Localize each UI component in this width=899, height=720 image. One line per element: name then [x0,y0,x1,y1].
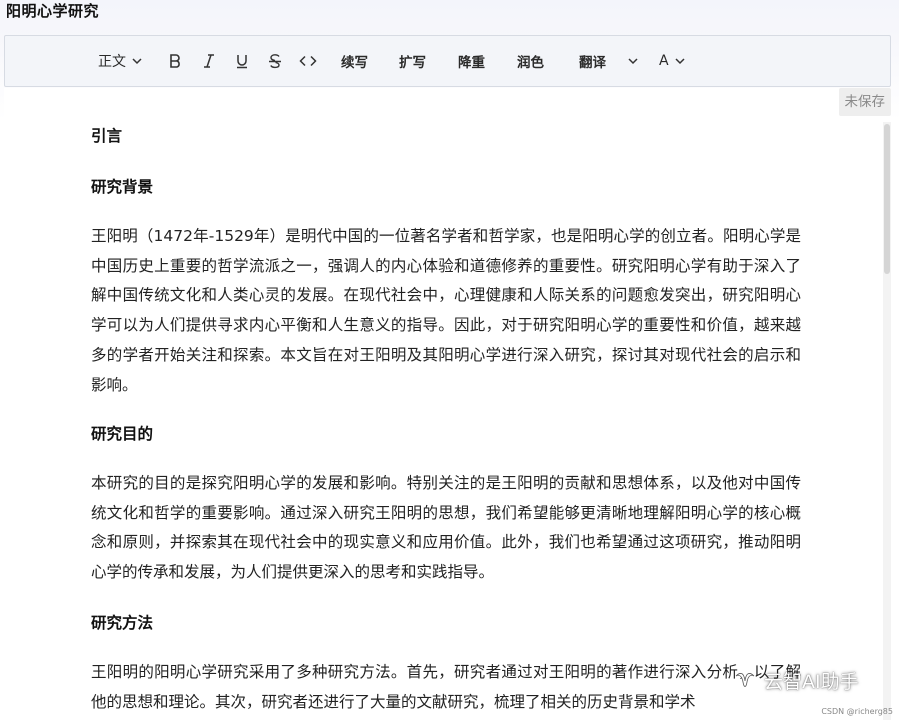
paragraph-research-method: 王阳明的阳明心学研究采用了多种研究方法。首先，研究者通过对王阳明的著作进行深入分… [91,663,801,711]
underline-icon [237,55,247,69]
font-color-label: A [659,53,669,69]
editor-toolbar: 正文 续写 扩写 降重 润色 翻译 A [4,35,891,87]
code-icon [299,55,317,67]
document-title: 阳明心学研究 [6,2,100,20]
chevron-down-icon [628,58,638,65]
italic-button[interactable] [200,36,218,86]
paragraph-research-background: 王阳明（1472年-1529年）是明代中国的一位著名学者和哲学家，也是阳明心学的… [91,227,801,394]
paragraph-style-select[interactable]: 正文 [98,36,143,86]
chevron-down-icon [675,58,685,65]
continue-writing-button[interactable]: 续写 [341,36,368,86]
expand-writing-button[interactable]: 扩写 [399,36,426,86]
translate-dropdown[interactable] [622,36,639,86]
csdn-credit: CSDN @richerg85 [821,707,893,716]
heading-introduction: 引言 [91,127,123,145]
italic-icon [204,54,214,68]
heading-research-purpose: 研究目的 [91,425,154,443]
bold-icon [170,54,180,68]
code-button[interactable] [299,36,317,86]
heading-research-method: 研究方法 [91,614,154,632]
chevron-down-icon [132,58,142,65]
polish-button[interactable]: 润色 [517,36,544,86]
scrollbar-thumb[interactable] [884,124,890,274]
reduce-duplication-button[interactable]: 降重 [458,36,485,86]
paragraph-style-label: 正文 [98,54,126,70]
font-color-select[interactable]: A [659,36,686,86]
watermark: 云智AI助手 [732,667,859,694]
bold-button[interactable] [166,36,184,86]
paragraph-research-purpose: 本研究的目的是探究阳明心学的发展和影响。特别关注的是王阳明的贡献和思想体系，以及… [91,474,801,582]
translate-button[interactable]: 翻译 [579,36,606,86]
heading-research-background: 研究背景 [91,178,154,196]
strikethrough-icon [269,54,281,69]
app-window: 阳明心学研究 正文 续写 扩写 降重 润色 翻译 A 未保存 引言 研究背景 王… [0,0,899,720]
underline-button[interactable] [233,36,251,86]
watermark-text: 云智AI助手 [764,671,859,693]
wechat-channel-icon [735,672,755,687]
strikethrough-button[interactable] [266,36,284,86]
save-status-badge: 未保存 [838,88,891,116]
